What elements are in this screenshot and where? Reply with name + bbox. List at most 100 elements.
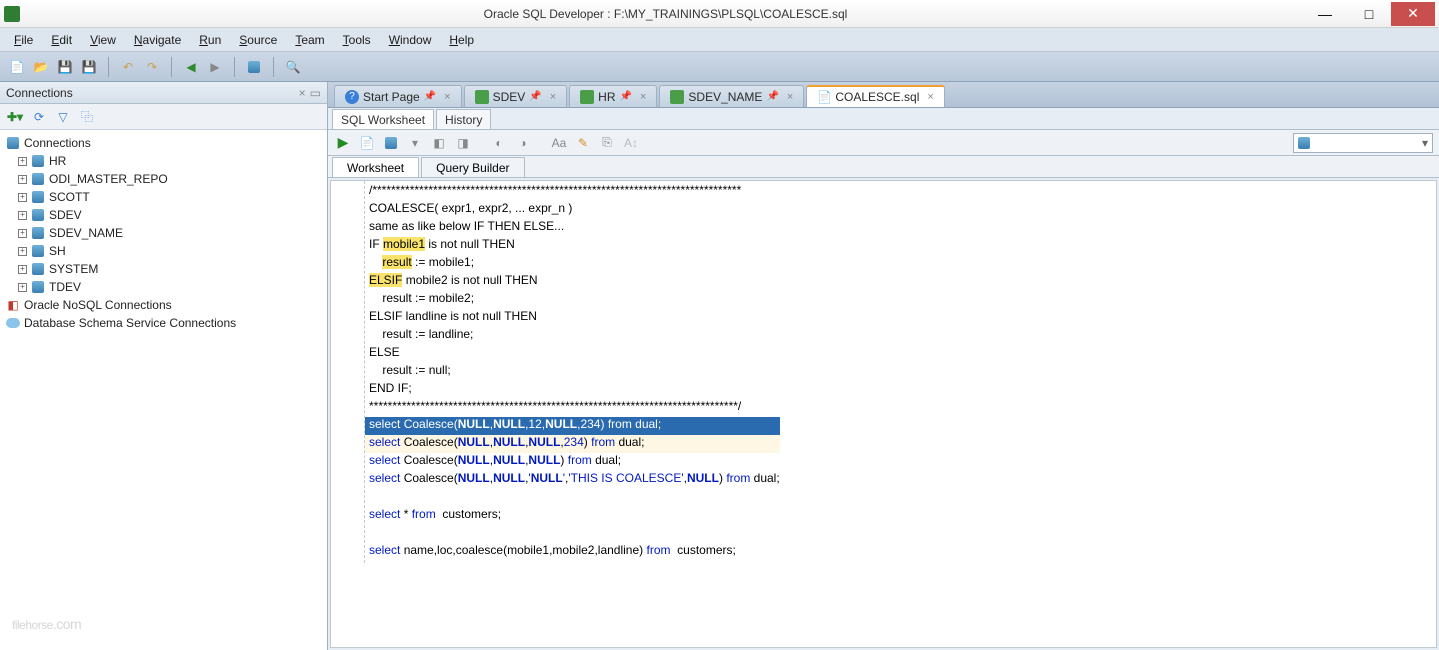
menu-file[interactable]: File [6, 31, 41, 49]
close-tab-icon[interactable]: × [787, 91, 793, 103]
save-icon[interactable]: 💾 [56, 58, 74, 76]
pin-icon[interactable]: 📌 [766, 91, 778, 102]
run-script-icon[interactable]: 📄 [358, 134, 376, 152]
menu-run[interactable]: Run [191, 31, 229, 49]
sql-history-icon[interactable]: ⎘ [598, 134, 616, 152]
sql-icon[interactable] [245, 58, 263, 76]
expand-icon[interactable]: + [18, 175, 27, 184]
code-line[interactable]: /***************************************… [365, 183, 780, 201]
expand-icon[interactable]: + [18, 247, 27, 256]
connections-root[interactable]: Connections [2, 134, 325, 152]
code-line[interactable]: select name,loc,coalesce(mobile1,mobile2… [365, 543, 780, 561]
code-line[interactable] [365, 525, 780, 543]
sql-code[interactable]: /***************************************… [365, 181, 780, 563]
schema-service-connections[interactable]: Database Schema Service Connections [2, 314, 325, 332]
code-line[interactable] [365, 489, 780, 507]
code-line[interactable]: result := mobile1; [365, 255, 780, 273]
commit-icon[interactable] [382, 134, 400, 152]
code-editor[interactable]: /***************************************… [330, 180, 1437, 648]
clear-icon[interactable]: ✎ [574, 134, 592, 152]
code-line[interactable]: same as like below IF THEN ELSE... [365, 219, 780, 237]
pin-icon[interactable]: 📌 [529, 91, 541, 102]
rollback-icon[interactable]: ◐ [490, 134, 508, 152]
menu-source[interactable]: Source [231, 31, 285, 49]
connection-sh[interactable]: +SH [2, 242, 325, 260]
connections-tree[interactable]: Connections +HR+ODI_MASTER_REPO+SCOTT+SD… [0, 130, 327, 650]
menu-team[interactable]: Team [287, 31, 332, 49]
minimize-button[interactable]: — [1303, 2, 1347, 26]
close-tab-icon[interactable]: × [640, 91, 646, 103]
redo-icon[interactable]: ↷ [143, 58, 161, 76]
expand-icon[interactable]: + [18, 211, 27, 220]
expand-icon[interactable]: + [18, 265, 27, 274]
close-button[interactable]: ✕ [1391, 2, 1435, 26]
connection-odi_master_repo[interactable]: +ODI_MASTER_REPO [2, 170, 325, 188]
autotrace-icon[interactable]: ◧ [430, 134, 448, 152]
forward-icon[interactable]: ▶ [206, 58, 224, 76]
save-all-icon[interactable]: 💾 [80, 58, 98, 76]
code-line[interactable]: select Coalesce(NULL,NULL,NULL,234) from… [365, 435, 780, 453]
code-line[interactable]: result := landline; [365, 327, 780, 345]
connection-hr[interactable]: +HR [2, 152, 325, 170]
code-line[interactable]: ELSE [365, 345, 780, 363]
code-line[interactable]: ELSIF landline is not null THEN [365, 309, 780, 327]
code-line[interactable]: result := null; [365, 363, 780, 381]
history-tab[interactable]: History [436, 109, 491, 129]
connection-sdev[interactable]: +SDEV [2, 206, 325, 224]
expand-icon[interactable]: + [18, 157, 27, 166]
copy-icon[interactable]: ⿻ [78, 108, 96, 126]
pin-icon[interactable]: 📌 [424, 91, 436, 102]
close-tab-icon[interactable]: × [550, 91, 556, 103]
worksheet-tab[interactable]: Worksheet [332, 157, 419, 177]
pin-icon[interactable]: 📌 [620, 91, 632, 102]
new-connection-icon[interactable]: ✚▾ [6, 108, 24, 126]
connection-dropdown[interactable]: ▾ [1293, 133, 1433, 153]
panel-minimize-icon[interactable]: ▭ [310, 86, 321, 100]
menu-navigate[interactable]: Navigate [126, 31, 189, 49]
code-line[interactable]: END IF; [365, 381, 780, 399]
expand-icon[interactable]: + [18, 283, 27, 292]
panel-pin-icon[interactable]: × [299, 86, 306, 100]
sql-worksheet-tab[interactable]: SQL Worksheet [332, 109, 434, 129]
menu-help[interactable]: Help [441, 31, 482, 49]
tab-sdev[interactable]: SDEV📌× [464, 85, 568, 107]
connection-sdev_name[interactable]: +SDEV_NAME [2, 224, 325, 242]
code-line[interactable]: select Coalesce(NULL,NULL,12,NULL,234) f… [365, 417, 780, 435]
connection-system[interactable]: +SYSTEM [2, 260, 325, 278]
connection-tdev[interactable]: +TDEV [2, 278, 325, 296]
close-tab-icon[interactable]: × [444, 91, 450, 103]
code-line[interactable]: IF mobile1 is not null THEN [365, 237, 780, 255]
code-line[interactable]: select Coalesce(NULL,NULL,'NULL','THIS I… [365, 471, 780, 489]
binoculars-icon[interactable]: 🔍 [284, 58, 302, 76]
to-uppercase-icon[interactable]: A↕ [622, 134, 640, 152]
expand-icon[interactable]: + [18, 193, 27, 202]
code-line[interactable]: result := mobile2; [365, 291, 780, 309]
open-icon[interactable]: 📂 [32, 58, 50, 76]
code-line[interactable]: ****************************************… [365, 399, 780, 417]
nosql-connections[interactable]: ◧ Oracle NoSQL Connections [2, 296, 325, 314]
menu-edit[interactable]: Edit [43, 31, 80, 49]
undo-icon[interactable]: ↶ [119, 58, 137, 76]
menu-tools[interactable]: Tools [335, 31, 379, 49]
tab-sdev-name[interactable]: SDEV_NAME📌× [659, 85, 804, 107]
query-builder-tab[interactable]: Query Builder [421, 157, 524, 177]
code-line[interactable]: select Coalesce(NULL,NULL,NULL) from dua… [365, 453, 780, 471]
menu-window[interactable]: Window [381, 31, 440, 49]
tab-hr[interactable]: HR📌× [569, 85, 657, 107]
code-line[interactable]: ELSIF mobile2 is not null THEN [365, 273, 780, 291]
expand-icon[interactable]: + [18, 229, 27, 238]
menu-view[interactable]: View [82, 31, 124, 49]
new-icon[interactable]: 📄 [8, 58, 26, 76]
tab-start-page[interactable]: ?Start Page📌× [334, 85, 462, 107]
code-line[interactable]: select * from customers; [365, 507, 780, 525]
close-tab-icon[interactable]: × [927, 91, 933, 103]
back-icon[interactable]: ◀ [182, 58, 200, 76]
format-icon[interactable]: Aa [550, 134, 568, 152]
run-icon[interactable]: ▶ [334, 134, 352, 152]
unshared-icon[interactable]: ◑ [514, 134, 532, 152]
maximize-button[interactable]: □ [1347, 2, 1391, 26]
sql-tuning-icon[interactable]: ◨ [454, 134, 472, 152]
code-line[interactable]: COALESCE( expr1, expr2, ... expr_n ) [365, 201, 780, 219]
filter-icon[interactable]: ▽ [54, 108, 72, 126]
explain-plan-icon[interactable]: ▾ [406, 134, 424, 152]
